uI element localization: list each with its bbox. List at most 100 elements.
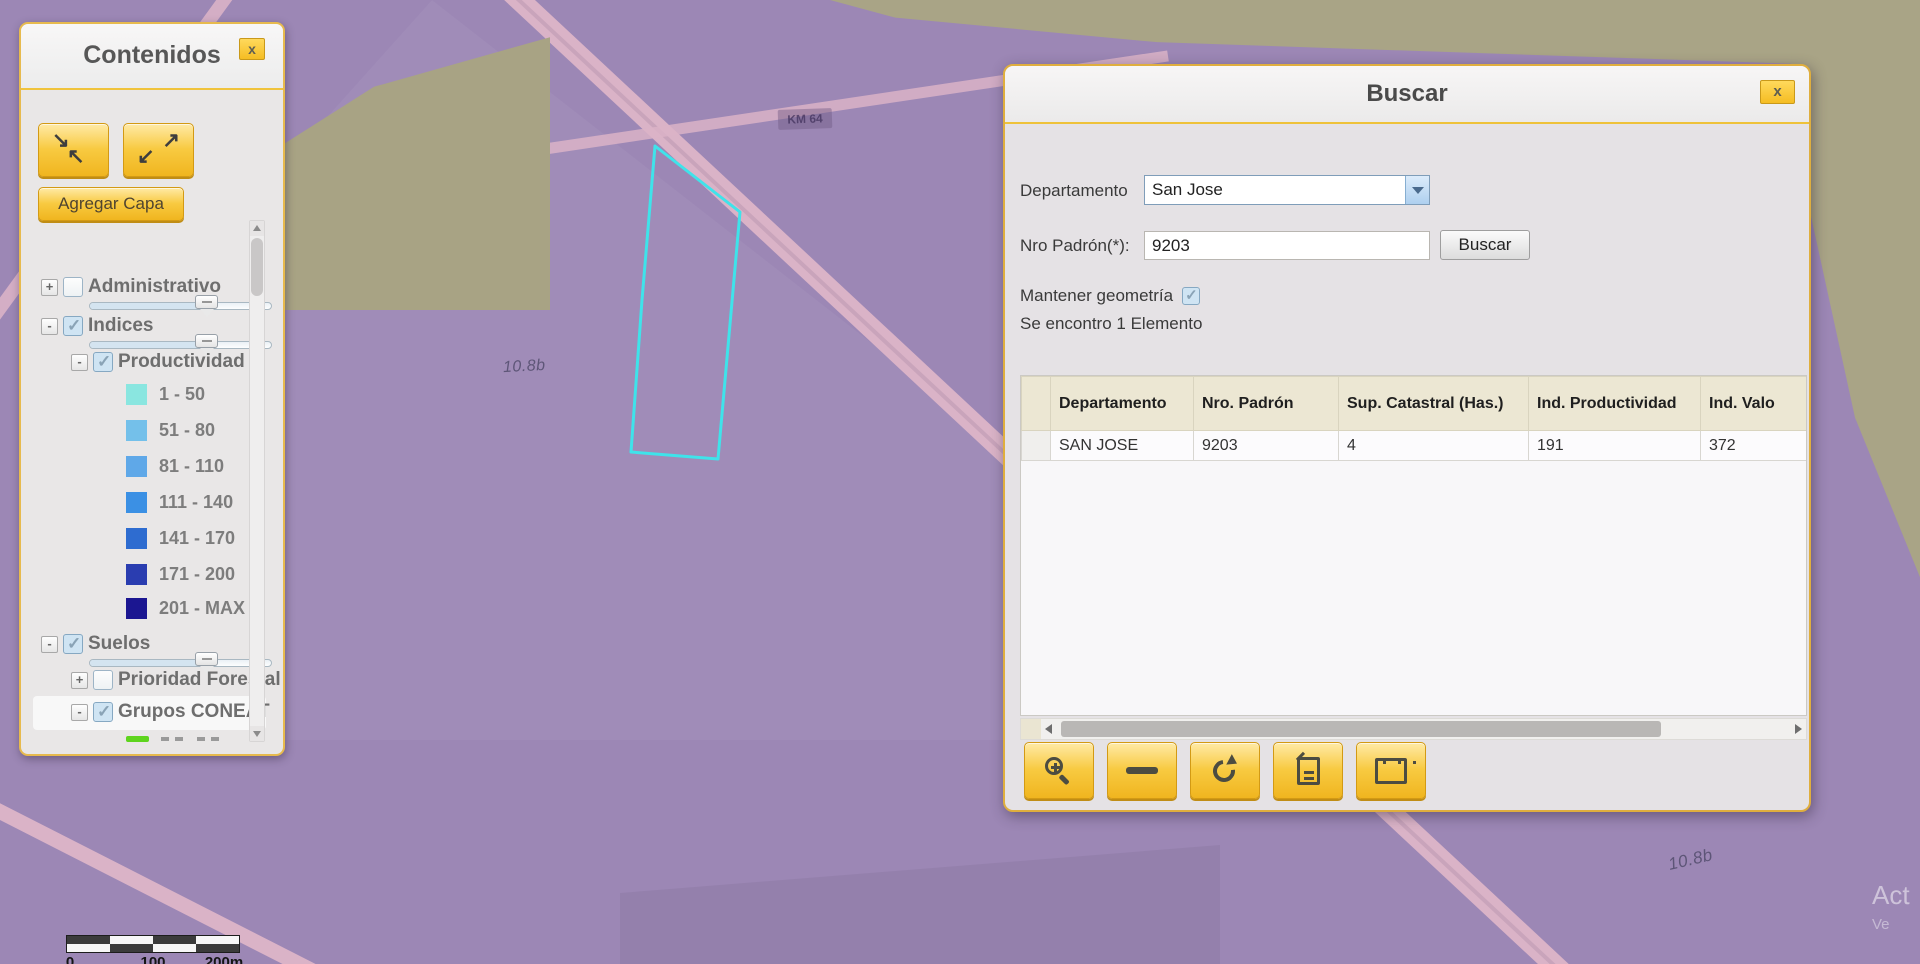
layer-label-suelos[interactable]: Suelos: [88, 633, 150, 655]
cell-ind-productividad: 191: [1529, 431, 1701, 461]
expand-panel-button[interactable]: ↗ ↙: [123, 123, 194, 177]
legend-item: 171 - 200: [126, 564, 235, 585]
legend-label: 1 - 50: [159, 384, 205, 405]
column-header[interactable]: Departamento: [1051, 377, 1194, 431]
legend-swatch: [126, 564, 147, 585]
tree-scrollbar[interactable]: [249, 220, 265, 742]
scrollbar-thumb[interactable]: [1061, 721, 1661, 737]
windows-watermark-line1: Act: [1872, 880, 1910, 911]
legend-swatch: [126, 528, 147, 549]
results-grid: Departamento Nro. Padrón Sup. Catastral …: [1020, 375, 1807, 716]
scroll-up-icon[interactable]: [250, 221, 264, 236]
departamento-label: Departamento: [1020, 181, 1128, 201]
layer-label-grupos-coneat[interactable]: Grupos CONEAT: [118, 701, 270, 723]
layer-checkbox-administrativo[interactable]: [63, 277, 83, 297]
opacity-slider-suelos[interactable]: [89, 659, 272, 667]
column-header[interactable]: Sup. Catastral (Has.): [1339, 377, 1529, 431]
padron-label: Nro Padrón(*):: [1020, 236, 1130, 256]
grid-header-row: Departamento Nro. Padrón Sup. Catastral …: [1022, 377, 1808, 431]
slider-thumb[interactable]: [195, 652, 218, 666]
scroll-left-icon[interactable]: [1041, 719, 1057, 739]
departamento-value: San Jose: [1145, 180, 1405, 200]
layer-checkbox-suelos[interactable]: [63, 634, 83, 654]
expand-arrows-icon: ↙: [137, 146, 155, 167]
legend-label: 141 - 170: [159, 528, 235, 549]
legend-swatch: [126, 598, 147, 619]
app-screen: 10.8b 10.8b KM 64 Act Ve 0 100 200m Cont…: [0, 0, 1920, 964]
padron-input[interactable]: [1144, 231, 1430, 260]
legend-item: 51 - 80: [126, 420, 215, 441]
expander-icon[interactable]: +: [71, 672, 88, 689]
scrollbar-thumb[interactable]: [251, 238, 263, 296]
dropdown-arrow-icon[interactable]: [1405, 176, 1429, 204]
legend-label: 81 - 110: [159, 456, 224, 477]
coneat-group-label: 10.8b: [503, 357, 546, 377]
layer-label-indices[interactable]: Indices: [88, 315, 153, 337]
column-header[interactable]: Ind. Valo: [1701, 377, 1808, 431]
expander-icon[interactable]: -: [71, 354, 88, 371]
keep-geometry-checkbox[interactable]: [1182, 287, 1200, 305]
grid-scroll-corner: [1021, 719, 1041, 739]
departamento-select[interactable]: San Jose: [1144, 175, 1430, 205]
close-icon[interactable]: x: [239, 38, 265, 60]
expand-arrows-icon: ↗: [162, 130, 180, 151]
scroll-down-icon[interactable]: [250, 726, 264, 741]
expander-icon[interactable]: +: [41, 279, 58, 296]
collapse-arrows-icon: ↖: [67, 146, 85, 167]
legend-swatch: [126, 384, 147, 405]
close-icon[interactable]: x: [1760, 80, 1795, 104]
layer-checkbox-indices[interactable]: [63, 316, 83, 336]
search-dialog-header[interactable]: Buscar x: [1005, 66, 1809, 124]
refresh-icon: [1210, 756, 1240, 786]
legend-swatch: [126, 456, 147, 477]
scroll-right-icon[interactable]: [1790, 719, 1806, 739]
legend-label: 51 - 80: [159, 420, 215, 441]
search-button[interactable]: Buscar: [1440, 230, 1530, 260]
column-header[interactable]: Nro. Padrón: [1194, 377, 1339, 431]
contents-panel-header: Contenidos x: [21, 24, 283, 90]
zoom-in-icon: [1044, 756, 1074, 786]
layer-label-productividad[interactable]: Productividad: [118, 351, 245, 373]
layer-checkbox-prioridad-forestal[interactable]: [93, 670, 113, 690]
opacity-slider-indices[interactable]: [89, 341, 272, 349]
search-dialog: Buscar x Departamento San Jose Nro Padró…: [1003, 64, 1811, 812]
legend-swatch: [126, 420, 147, 441]
slider-thumb[interactable]: [195, 295, 218, 309]
expander-icon[interactable]: -: [71, 704, 88, 721]
layer-checkbox-grupos-coneat[interactable]: [93, 702, 113, 722]
keep-geometry-label: Mantener geometría: [1020, 286, 1173, 306]
cell-departamento: SAN JOSE: [1051, 431, 1194, 461]
legend-item: 1 - 50: [126, 384, 205, 405]
expander-icon[interactable]: -: [41, 636, 58, 653]
zoom-to-result-button[interactable]: [1024, 742, 1094, 799]
scrollbar-track[interactable]: [1057, 719, 1790, 739]
minus-icon: [1126, 767, 1158, 774]
layer-checkbox-productividad[interactable]: [93, 352, 113, 372]
map-scale-bar: 0 100 200m: [66, 935, 240, 964]
row-selector-header: [1022, 377, 1051, 431]
coneat-legend-swatch: [126, 736, 149, 742]
windows-watermark-line2: Ve: [1872, 916, 1890, 933]
slider-thumb[interactable]: [195, 334, 218, 348]
result-message: Se encontro 1 Elemento: [1020, 314, 1202, 334]
row-selector[interactable]: [1022, 431, 1051, 461]
details-list-button[interactable]: [1356, 742, 1426, 799]
legend-label: 171 - 200: [159, 564, 235, 585]
coneat-legend-dashes: [161, 737, 219, 741]
legend-item: 201 - MAX: [126, 598, 245, 619]
legend-item: 111 - 140: [126, 492, 233, 513]
refresh-button[interactable]: [1190, 742, 1260, 799]
report-button[interactable]: [1273, 742, 1343, 799]
add-layer-button[interactable]: Agregar Capa: [38, 187, 184, 221]
remove-result-button[interactable]: [1107, 742, 1177, 799]
layer-tree: + Administrativo - Indices - Productivid…: [21, 252, 285, 756]
opacity-slider-administrativo[interactable]: [89, 302, 272, 310]
road-km-marker: KM 64: [778, 108, 833, 130]
grid-horizontal-scrollbar[interactable]: [1020, 718, 1807, 740]
expander-icon[interactable]: -: [41, 318, 58, 335]
table-row[interactable]: SAN JOSE 9203 4 191 372: [1022, 431, 1808, 461]
column-header[interactable]: Ind. Productividad: [1529, 377, 1701, 431]
legend-label: 201 - MAX: [159, 598, 245, 619]
collapse-panel-button[interactable]: ↘ ↖: [38, 123, 109, 177]
cell-ind-valo: 372: [1701, 431, 1808, 461]
